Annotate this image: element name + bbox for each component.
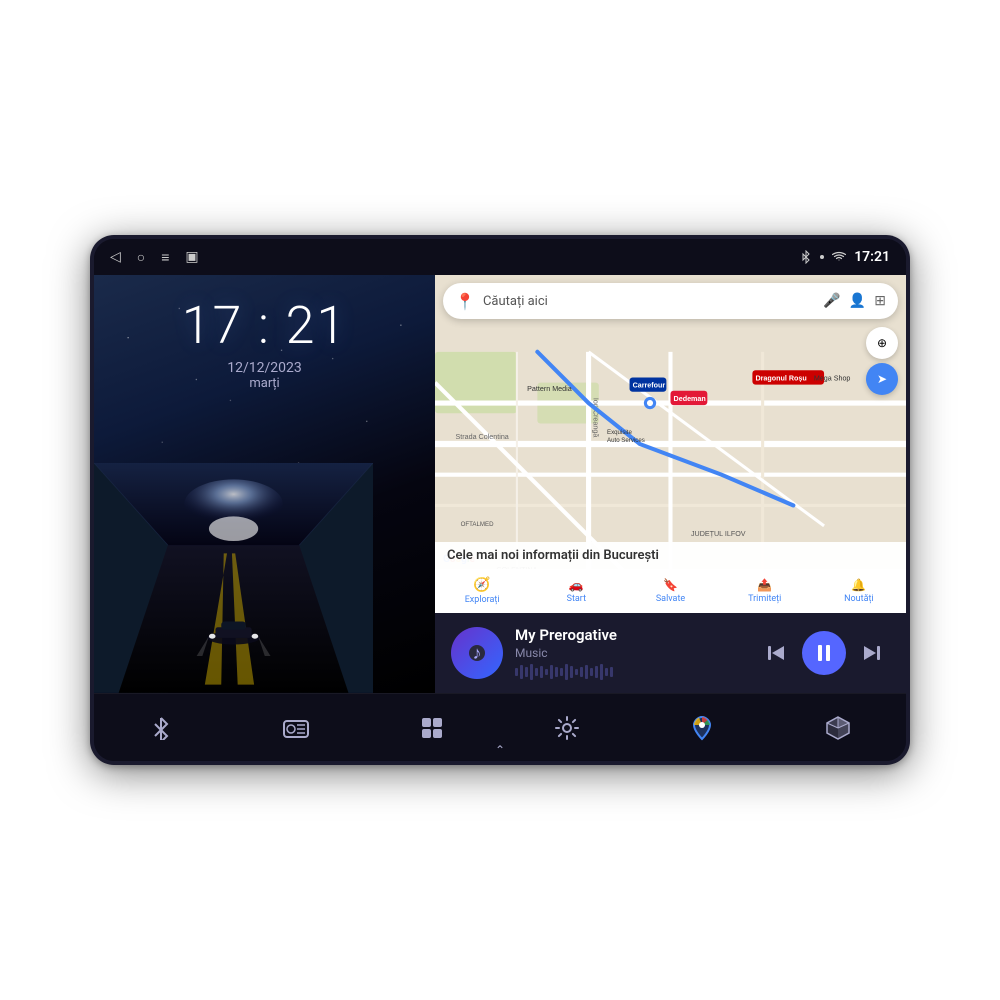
dock-settings-icon bbox=[554, 715, 580, 741]
nav-controls: ◁ ○ ≡ ▣ bbox=[110, 249, 199, 266]
saved-icon: 🔖 bbox=[663, 578, 678, 592]
news-label: Noutăți bbox=[844, 594, 874, 604]
home-nav-icon[interactable]: ○ bbox=[137, 249, 145, 266]
menu-nav-icon[interactable]: ≡ bbox=[161, 249, 169, 266]
map-area[interactable]: Strada Colentina Ion Creangă COLENTINA J… bbox=[435, 275, 906, 613]
svg-text:Auto Services: Auto Services bbox=[607, 437, 645, 444]
device-screen: ◁ ○ ≡ ▣ 17:21 bbox=[94, 239, 906, 761]
next-track-button[interactable] bbox=[854, 635, 890, 671]
map-tab-explore[interactable]: 🧭 Explorați bbox=[435, 577, 529, 605]
dock-settings[interactable] bbox=[554, 715, 580, 741]
svg-text:Pattern Media: Pattern Media bbox=[527, 385, 572, 393]
svg-text:Strada Colentina: Strada Colentina bbox=[456, 433, 509, 441]
dock-cube-icon bbox=[825, 715, 851, 741]
layers-button[interactable]: ⊕ bbox=[866, 327, 898, 359]
screenshot-nav-icon[interactable]: ▣ bbox=[185, 249, 198, 265]
lock-time: 17 : 21 bbox=[182, 295, 348, 356]
map-pin-icon: 📍 bbox=[455, 292, 475, 311]
start-icon: 🚗 bbox=[569, 578, 584, 592]
dock-bluetooth[interactable] bbox=[149, 716, 173, 740]
svg-text:Exquisite: Exquisite bbox=[607, 429, 632, 436]
dock-radio-icon bbox=[283, 716, 309, 740]
bottom-dock: ⌃ bbox=[94, 693, 906, 761]
music-artwork-icon: ♪ bbox=[473, 643, 482, 664]
map-bottom-tabs: 🧭 Explorați 🚗 Start 🔖 Salvate 📤 bbox=[435, 569, 906, 613]
mic-icon[interactable]: 🎤 bbox=[823, 293, 840, 309]
dock-cube[interactable] bbox=[825, 715, 851, 741]
map-search-bar[interactable]: 📍 Căutați aici 🎤 👤 ⊞ bbox=[443, 283, 898, 319]
search-action-icons: 🎤 👤 ⊞ bbox=[823, 293, 886, 309]
map-controls: ⊕ ➤ bbox=[866, 327, 898, 395]
play-pause-button[interactable] bbox=[802, 631, 846, 675]
status-indicators: 17:21 bbox=[800, 249, 890, 265]
lock-date: 12/12/2023 bbox=[227, 360, 302, 376]
dock-maps[interactable] bbox=[690, 715, 714, 741]
svg-text:JUDEȚUL ILFOV: JUDEȚUL ILFOV bbox=[691, 530, 746, 538]
svg-text:Dedeman: Dedeman bbox=[674, 395, 706, 403]
profile-icon[interactable]: 👤 bbox=[849, 293, 866, 309]
music-controls bbox=[758, 631, 890, 675]
music-title: My Prerogative bbox=[515, 626, 746, 644]
dock-up-arrow[interactable]: ⌃ bbox=[495, 743, 505, 757]
bluetooth-icon bbox=[800, 250, 812, 264]
status-time: 17:21 bbox=[854, 249, 890, 265]
music-subtitle: Music bbox=[515, 646, 746, 660]
map-tab-start[interactable]: 🚗 Start bbox=[529, 578, 623, 604]
prev-track-button[interactable] bbox=[758, 635, 794, 671]
saved-label: Salvate bbox=[656, 594, 685, 604]
explore-icon: 🧭 bbox=[473, 577, 490, 593]
dock-maps-icon bbox=[690, 715, 714, 741]
location-button[interactable]: ➤ bbox=[866, 363, 898, 395]
svg-text:Mega Shop: Mega Shop bbox=[814, 375, 851, 383]
main-content: 17 : 21 12/12/2023 marți bbox=[94, 275, 906, 693]
status-bar: ◁ ○ ≡ ▣ 17:21 bbox=[94, 239, 906, 275]
map-tab-news[interactable]: 🔔 Noutăți bbox=[812, 578, 906, 604]
dock-apps[interactable] bbox=[420, 716, 444, 740]
map-info-title: Cele mai noi informații din București bbox=[447, 548, 894, 563]
svg-text:Ion Creangă: Ion Creangă bbox=[592, 398, 600, 437]
map-tab-saved[interactable]: 🔖 Salvate bbox=[623, 578, 717, 604]
svg-text:OFTALMED: OFTALMED bbox=[461, 521, 494, 528]
device: ◁ ○ ≡ ▣ 17:21 bbox=[90, 235, 910, 765]
lock-screen-panel: 17 : 21 12/12/2023 marți bbox=[94, 275, 435, 693]
share-icon: 📤 bbox=[757, 578, 772, 592]
car-tunnel-image bbox=[94, 463, 373, 693]
music-artwork: ♪ bbox=[451, 627, 503, 679]
svg-text:Dragonul Roșu: Dragonul Roșu bbox=[755, 375, 806, 383]
dock-bluetooth-icon bbox=[149, 716, 173, 740]
music-player: ♪ My Prerogative Music bbox=[435, 613, 906, 693]
explore-label: Explorați bbox=[465, 595, 500, 605]
right-panel: Strada Colentina Ion Creangă COLENTINA J… bbox=[435, 275, 906, 693]
share-label: Trimiteți bbox=[748, 594, 781, 604]
music-waveform bbox=[515, 664, 746, 680]
dock-radio[interactable] bbox=[283, 716, 309, 740]
news-icon: 🔔 bbox=[851, 578, 866, 592]
music-info: My Prerogative Music bbox=[515, 626, 746, 680]
bluetooth-dot bbox=[820, 255, 824, 259]
map-tab-share[interactable]: 📤 Trimiteți bbox=[718, 578, 812, 604]
back-nav-icon[interactable]: ◁ bbox=[110, 249, 121, 265]
dock-apps-icon bbox=[420, 716, 444, 740]
search-input-text[interactable]: Căutați aici bbox=[483, 294, 823, 309]
wifi-icon bbox=[832, 251, 846, 263]
grid-icon[interactable]: ⊞ bbox=[874, 293, 886, 309]
start-label: Start bbox=[567, 594, 586, 604]
svg-text:Carrefour: Carrefour bbox=[633, 382, 666, 390]
map-info-bar: Cele mai noi informații din București bbox=[435, 542, 906, 569]
lock-day: marți bbox=[249, 376, 279, 391]
